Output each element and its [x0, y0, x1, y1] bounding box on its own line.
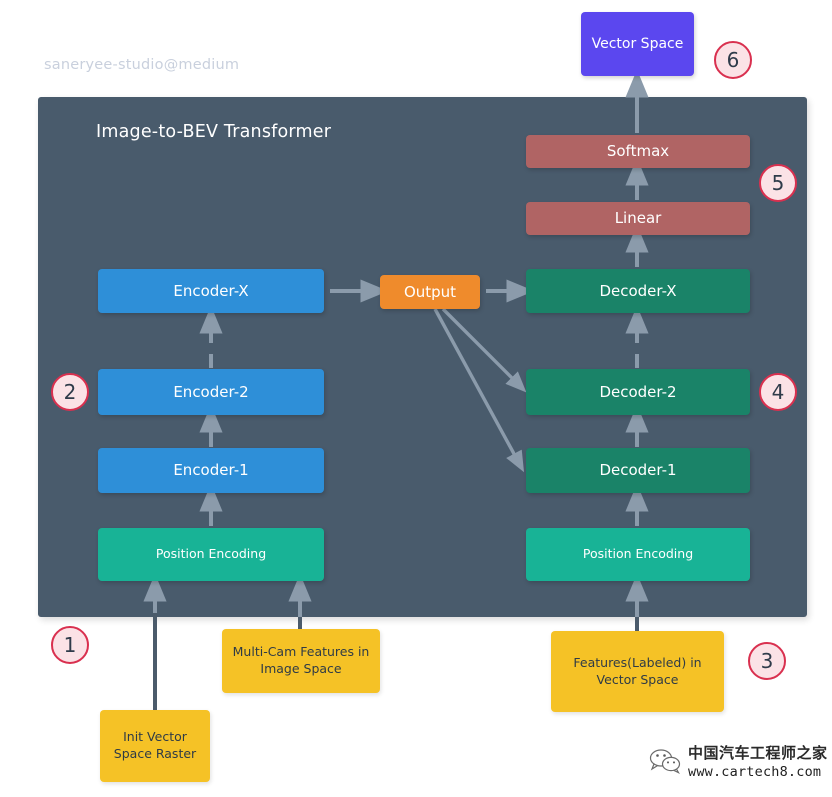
marker-4: 4 [759, 373, 797, 411]
watermark-medium: saneryee-studio@medium [44, 57, 240, 73]
watermark-cartech8: 中国汽车工程师之家 www.cartech8.com [648, 742, 828, 780]
input-init-vector-space-raster[interactable]: Init Vector Space Raster [100, 710, 210, 782]
node-label: Softmax [606, 142, 670, 161]
watermark-cn-text: 中国汽车工程师之家 [688, 744, 828, 762]
marker-3: 3 [748, 642, 786, 680]
marker-2: 2 [51, 373, 89, 411]
marker-number: 1 [63, 633, 77, 657]
input-label-line2: Image Space [260, 661, 342, 676]
node-vector-space-output[interactable]: Vector Space [581, 12, 694, 76]
node-label: Vector Space [591, 35, 684, 52]
node-label: Decoder-2 [599, 382, 677, 401]
node-label: Output [403, 282, 457, 301]
node-decoder-x[interactable]: Decoder-X [526, 269, 750, 313]
node-label: Linear [614, 209, 662, 228]
node-encoder-x[interactable]: Encoder-X [98, 269, 324, 313]
panel-title: Image-to-BEV Transformer [96, 122, 332, 142]
diagram-canvas: saneryee-studio@medium Image-to-BEV Tran… [0, 0, 832, 797]
marker-number: 2 [63, 380, 77, 404]
input-label-line1: Multi-Cam Features in [232, 644, 370, 660]
input-label-line1: Init Vector [123, 729, 187, 745]
marker-5: 5 [759, 164, 797, 202]
node-label: Decoder-1 [599, 461, 677, 480]
node-decoder-2[interactable]: Decoder-2 [526, 369, 750, 415]
node-position-encoding-decoder[interactable]: Position Encoding [526, 528, 750, 581]
marker-6: 6 [714, 41, 752, 79]
input-multi-cam-features[interactable]: Multi-Cam Features in Image Space [222, 629, 380, 693]
node-softmax[interactable]: Softmax [526, 135, 750, 168]
node-output[interactable]: Output [380, 275, 480, 309]
node-encoder-1[interactable]: Encoder-1 [98, 448, 324, 493]
marker-1: 1 [51, 626, 89, 664]
node-decoder-1[interactable]: Decoder-1 [526, 448, 750, 493]
node-label: Encoder-2 [173, 382, 249, 401]
marker-number: 3 [760, 649, 774, 673]
node-label: Position Encoding [582, 546, 694, 562]
node-label: Position Encoding [155, 546, 267, 562]
node-label: Decoder-X [599, 281, 677, 300]
node-position-encoding-encoder[interactable]: Position Encoding [98, 528, 324, 581]
node-label: Encoder-1 [173, 461, 249, 480]
watermark-url: www.cartech8.com [688, 764, 822, 780]
wechat-icon [649, 749, 681, 774]
marker-number: 5 [771, 171, 785, 195]
input-features-labeled-vector-space[interactable]: Features(Labeled) in Vector Space [551, 631, 724, 712]
node-encoder-2[interactable]: Encoder-2 [98, 369, 324, 415]
input-label-line2: Vector Space [596, 671, 679, 687]
node-label: Encoder-X [173, 281, 249, 300]
input-label-line2: Space Raster [113, 746, 197, 761]
marker-number: 6 [726, 48, 740, 72]
marker-number: 4 [771, 380, 785, 404]
node-linear[interactable]: Linear [526, 202, 750, 235]
input-label-line1: Features(Labeled) in [573, 654, 702, 670]
